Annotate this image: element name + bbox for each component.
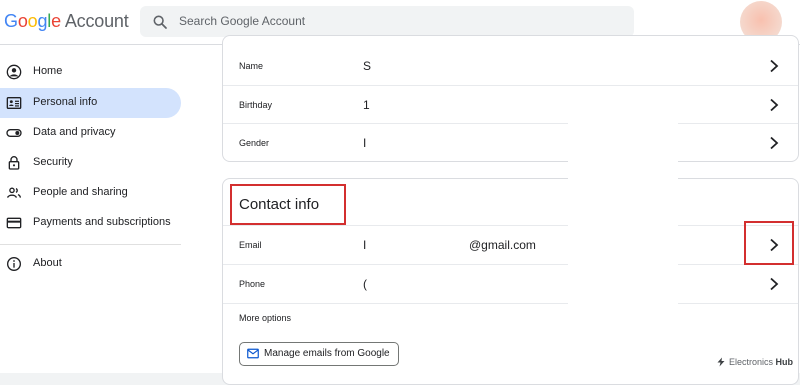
logo-letter: g [37,11,48,31]
info-icon [7,257,21,271]
gender-value: I [363,136,367,150]
search-icon [153,15,167,29]
logo-letter: o [27,11,38,31]
chevron-right-icon [770,277,779,291]
watermark-suffix: Hub [775,357,794,367]
watermark-brand: Electronics [729,357,774,367]
name-row[interactable]: Name S [223,47,798,85]
sidebar-item-people-sharing[interactable]: People and sharing [0,178,181,208]
gender-row[interactable]: Gender I [223,123,798,162]
sidebar-item-data-privacy[interactable]: Data and privacy [0,118,181,148]
birthday-label: Birthday [239,100,273,110]
name-label: Name [239,61,264,71]
sidebar-item-label: Personal info [33,96,98,108]
email-value: @gmail.com [469,238,536,252]
phone-label: Phone [239,279,266,289]
lock-icon [8,156,20,170]
sidebar-item-home[interactable]: Home [0,57,181,87]
phone-value: ( [363,277,367,291]
sidebar-item-label: Security [33,156,73,168]
manage-emails-button[interactable]: Manage emails from Google [239,342,399,366]
chevron-right-icon [770,98,779,112]
electronics-hub-logo-icon [717,357,725,367]
search-input[interactable]: Search Google Account [140,6,634,37]
more-options-link[interactable]: More options [239,313,291,323]
sidebar-item-label: Payments and subscriptions [33,216,171,228]
sidebar-item-label: Home [33,65,63,77]
main-content: Name S Birthday 1 Gender I Contact info … [205,35,800,385]
chevron-right-icon [770,136,779,150]
id-card-icon [6,97,22,109]
sidebar-item-about[interactable]: About [0,249,181,279]
toggle-icon [6,129,22,137]
birthday-value: 1 [363,98,370,112]
phone-row[interactable]: Phone ( [223,264,798,304]
sidebar-item-label: Data and privacy [33,126,116,138]
logo-letter: G [4,11,18,31]
email-row[interactable]: Email I @gmail.com [223,225,798,265]
gender-label: Gender [239,138,270,148]
email-label: Email [239,240,262,250]
name-value: S [363,59,372,73]
birthday-row[interactable]: Birthday 1 [223,85,798,124]
sidebar-item-personal-info[interactable]: Personal info [0,88,181,118]
manage-emails-label: Manage emails from Google [264,348,390,359]
sidebar-divider [0,244,181,245]
google-account-logo[interactable]: Google Account [4,11,129,32]
logo-letter: e [51,11,61,31]
credit-card-icon [6,217,22,229]
email-value-prefix: I [363,238,367,252]
sidebar-item-payments[interactable]: Payments and subscriptions [0,208,181,238]
people-icon [7,187,21,198]
watermark: Electronics Hub [716,357,793,367]
search-placeholder: Search Google Account [179,14,306,28]
account-circle-icon [6,64,22,80]
sidebar-item-security[interactable]: Security [0,148,181,178]
sidebar-item-label: People and sharing [33,186,128,198]
logo-letter: o [17,11,28,31]
chevron-right-icon [770,59,779,73]
contact-info-highlight [230,184,346,225]
sidebar-item-label: About [33,257,62,269]
sidebar: Home Personal info Data and privacy Secu… [0,45,205,373]
row-divider [223,303,798,305]
basic-info-card: Name S Birthday 1 Gender I [222,35,799,162]
logo-suffix: Account [64,11,129,31]
email-chevron-highlight [744,221,794,265]
mail-icon [247,348,259,359]
